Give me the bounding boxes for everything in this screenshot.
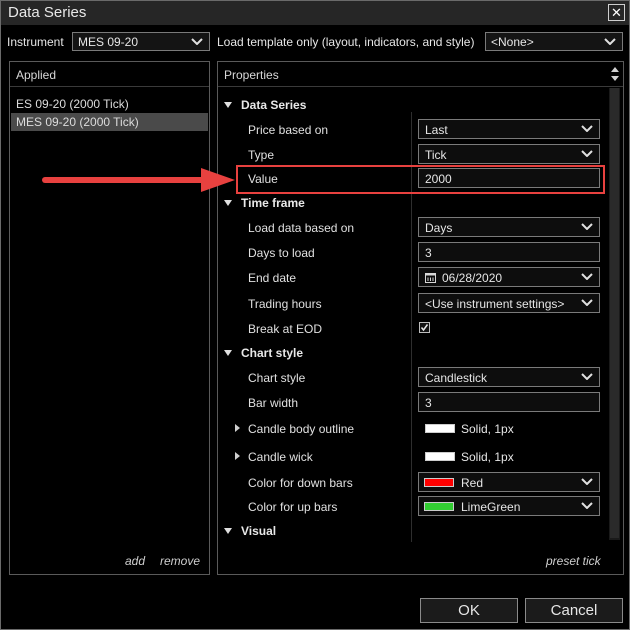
window-title: Data Series xyxy=(8,4,87,21)
price-based-on-dropdown[interactable]: Last xyxy=(418,119,600,139)
chevron-down-icon xyxy=(581,373,593,380)
add-link[interactable]: add xyxy=(125,554,145,568)
applied-item-label: MES 09-20 (2000 Tick) xyxy=(16,115,139,129)
candle-body-outline-label: Candle body outline xyxy=(248,422,355,436)
type-dropdown[interactable]: Tick xyxy=(418,144,600,164)
expand-triangle-icon[interactable] xyxy=(235,424,240,432)
trading-hours-value: <Use instrument settings> xyxy=(425,297,565,311)
section-label: Time frame xyxy=(241,196,305,210)
color-up-bars-dropdown[interactable]: LimeGreen xyxy=(418,496,600,516)
chevron-down-icon xyxy=(581,502,593,509)
candle-wick-label: Candle wick xyxy=(248,450,313,464)
chevron-down-icon xyxy=(581,478,593,485)
section-data-series[interactable]: Data Series xyxy=(224,98,306,112)
calendar-icon[interactable] xyxy=(425,272,436,286)
candle-body-outline-value[interactable]: Solid, 1px xyxy=(461,422,514,436)
chevron-down-icon xyxy=(581,125,593,132)
instrument-value: MES 09-20 xyxy=(78,35,139,49)
end-date-label: End date xyxy=(248,271,297,285)
properties-header-label: Properties xyxy=(224,68,279,82)
annotation-arrow-icon xyxy=(42,168,235,192)
chevron-down-icon xyxy=(581,223,593,230)
applied-item-selected[interactable]: MES 09-20 (2000 Tick) xyxy=(11,113,208,131)
section-time-frame[interactable]: Time frame xyxy=(224,196,305,210)
section-label: Data Series xyxy=(241,98,307,112)
price-based-on-value: Last xyxy=(425,123,448,137)
scrollbar-thumb[interactable] xyxy=(610,88,619,538)
cancel-button[interactable]: Cancel xyxy=(525,598,623,623)
trading-hours-label: Trading hours xyxy=(248,297,322,311)
remove-link[interactable]: remove xyxy=(160,554,200,568)
ok-button[interactable]: OK xyxy=(420,598,518,623)
trading-hours-dropdown[interactable]: <Use instrument settings> xyxy=(418,293,600,313)
chart-style-dropdown[interactable]: Candlestick xyxy=(418,367,600,387)
chevron-down-icon xyxy=(581,150,593,157)
applied-header: Applied xyxy=(10,62,209,87)
chevron-down-icon xyxy=(581,273,593,280)
highlight-box xyxy=(236,165,605,194)
type-label: Type xyxy=(248,148,275,162)
color-down-bars-dropdown[interactable]: Red xyxy=(418,472,600,492)
type-value: Tick xyxy=(425,148,447,162)
chart-style-value: Candlestick xyxy=(425,371,488,385)
bar-width-input[interactable]: 3 xyxy=(418,392,600,412)
scroll-spin-icon[interactable] xyxy=(610,64,620,84)
color-up-bars-value: LimeGreen xyxy=(461,500,521,514)
bar-width-label: Bar width xyxy=(248,396,299,410)
color-up-bars-label: Color for up bars xyxy=(248,500,338,514)
load-data-based-on-dropdown[interactable]: Days xyxy=(418,217,600,237)
break-at-eod-label: Break at EOD xyxy=(248,322,323,336)
load-template-label: Load template only (layout, indicators, … xyxy=(217,35,475,49)
price-based-on-label: Price based on xyxy=(248,123,329,137)
collapse-triangle-icon xyxy=(224,349,232,356)
title-bar: Data Series ✕ xyxy=(1,1,629,25)
break-at-eod-checkbox[interactable] xyxy=(419,322,430,333)
chevron-down-icon xyxy=(604,38,616,45)
properties-panel: Properties Data Series Price based on La… xyxy=(217,61,624,575)
expand-triangle-icon[interactable] xyxy=(235,452,240,460)
collapse-triangle-icon xyxy=(224,199,232,206)
preset-link[interactable]: preset tick xyxy=(546,554,601,568)
close-icon: ✕ xyxy=(611,5,622,20)
days-to-load-value: 3 xyxy=(425,246,432,260)
section-label: Chart style xyxy=(241,346,304,360)
color-down-bars-value: Red xyxy=(461,476,484,490)
candle-body-outline-swatch xyxy=(425,424,455,433)
section-label: Visual xyxy=(241,524,277,538)
section-visual[interactable]: Visual xyxy=(224,524,276,538)
color-down-bars-swatch xyxy=(424,478,454,487)
applied-item[interactable]: ES 09-20 (2000 Tick) xyxy=(11,95,208,113)
collapse-triangle-icon xyxy=(224,527,232,534)
applied-item-label: ES 09-20 (2000 Tick) xyxy=(16,97,129,111)
chevron-down-icon xyxy=(191,38,203,45)
applied-header-label: Applied xyxy=(16,68,57,82)
applied-panel: Applied ES 09-20 (2000 Tick) MES 09-20 (… xyxy=(9,61,210,575)
days-to-load-input[interactable]: 3 xyxy=(418,242,600,262)
scrollbar-track[interactable] xyxy=(609,88,620,540)
chevron-down-icon xyxy=(581,299,593,306)
data-series-window: Data Series ✕ Instrument MES 09-20 Load … xyxy=(0,0,630,630)
load-data-based-on-value: Days xyxy=(425,221,453,235)
load-data-based-on-label: Load data based on xyxy=(248,221,355,235)
candle-wick-value[interactable]: Solid, 1px xyxy=(461,450,514,464)
chart-style-label: Chart style xyxy=(248,371,306,385)
checkmark-icon xyxy=(420,324,429,332)
collapse-triangle-icon xyxy=(224,101,232,108)
template-value: <None> xyxy=(491,35,534,49)
days-to-load-label: Days to load xyxy=(248,246,315,260)
close-button[interactable]: ✕ xyxy=(608,4,625,21)
bar-width-value: 3 xyxy=(425,396,432,410)
instrument-label: Instrument xyxy=(7,35,64,49)
template-dropdown[interactable]: <None> xyxy=(485,32,623,51)
color-down-bars-label: Color for down bars xyxy=(248,476,353,490)
candle-wick-swatch xyxy=(425,452,455,461)
properties-header: Properties xyxy=(218,62,623,87)
instrument-dropdown[interactable]: MES 09-20 xyxy=(72,32,210,51)
end-date-value: 06/28/2020 xyxy=(442,271,503,285)
color-up-bars-swatch xyxy=(424,502,454,511)
end-date-picker[interactable]: 06/28/2020 xyxy=(418,267,600,287)
section-chart-style[interactable]: Chart style xyxy=(224,346,303,360)
